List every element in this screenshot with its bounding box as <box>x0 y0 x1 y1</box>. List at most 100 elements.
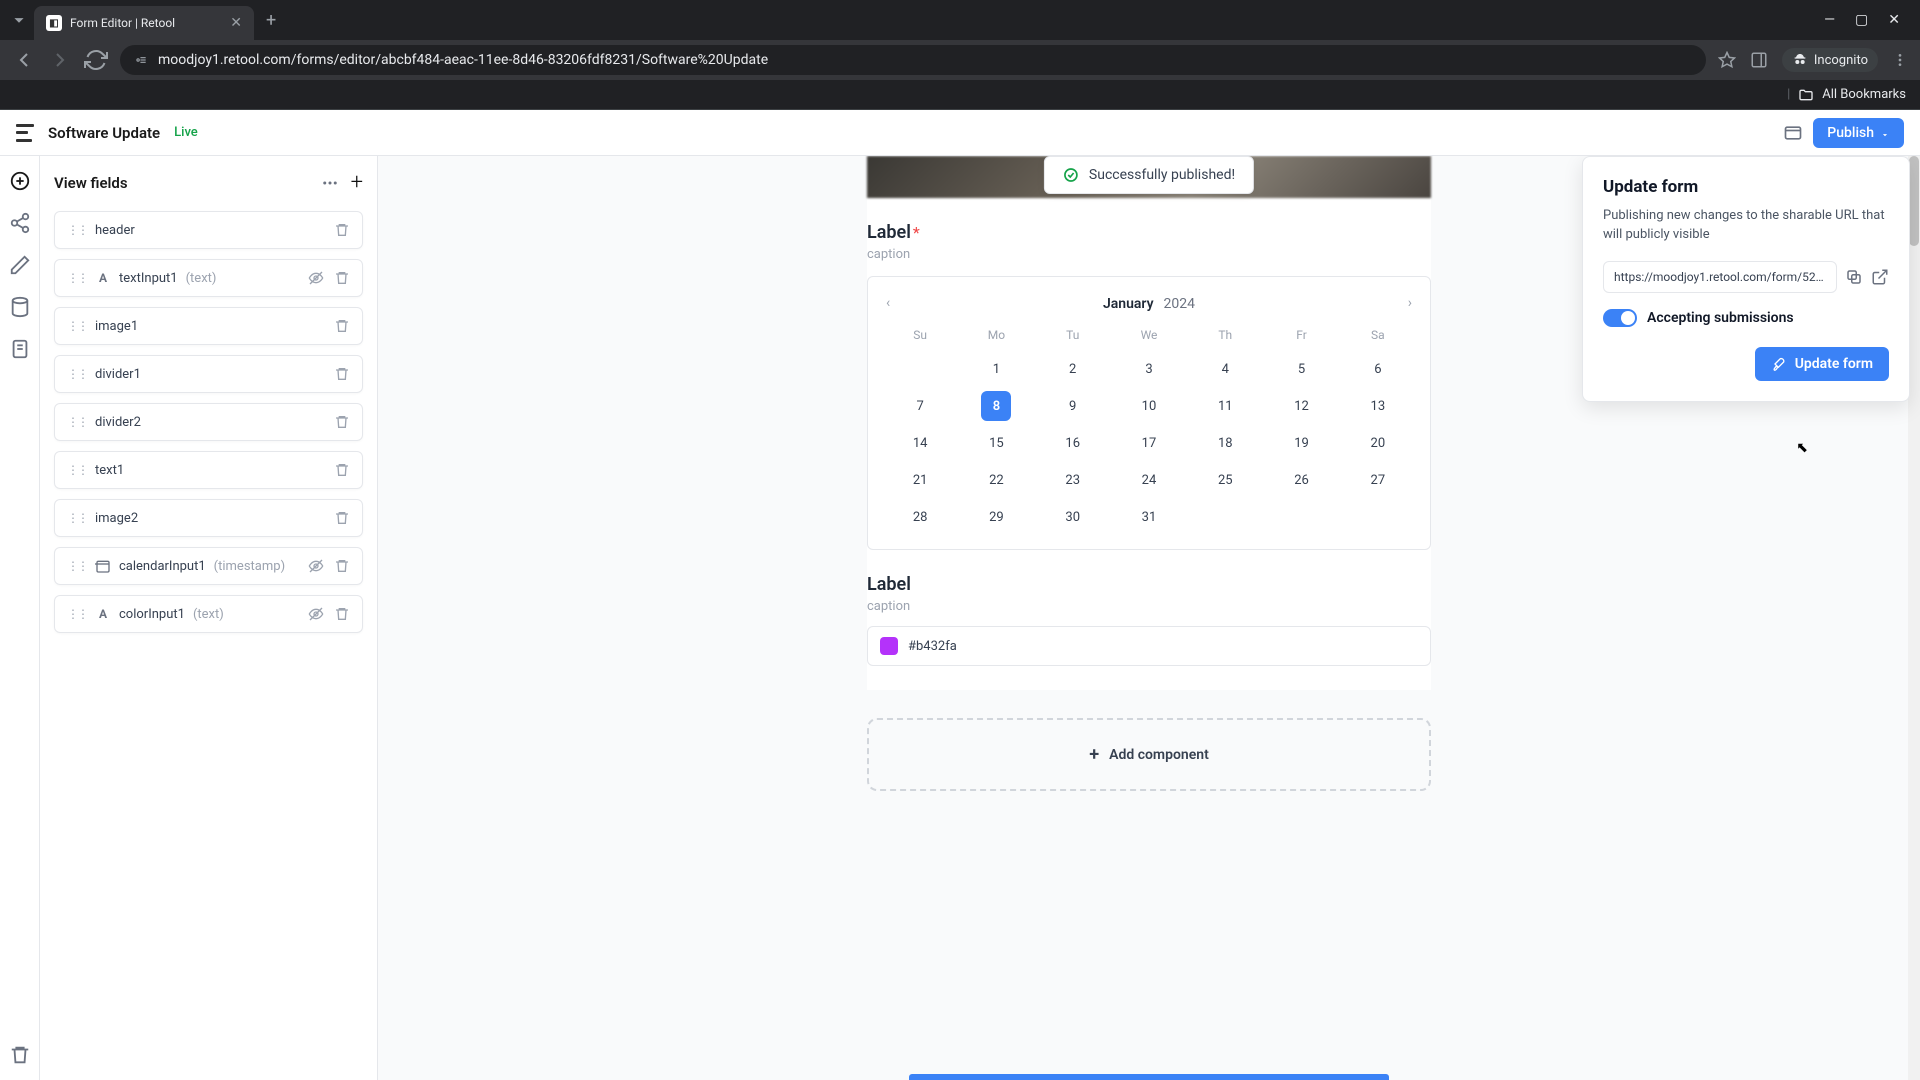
site-info-icon[interactable] <box>134 53 148 67</box>
drag-handle-icon[interactable]: ⋮⋮ <box>67 319 87 333</box>
delete-field-icon[interactable] <box>334 606 350 622</box>
forward-button[interactable] <box>48 48 72 72</box>
calendar-day[interactable]: 31 <box>1111 502 1187 533</box>
drag-handle-icon[interactable]: ⋮⋮ <box>67 463 87 477</box>
all-bookmarks-link[interactable]: All Bookmarks <box>1822 87 1906 102</box>
visibility-icon[interactable] <box>308 606 324 622</box>
field-item[interactable]: ⋮⋮divider2 <box>54 403 363 441</box>
drag-handle-icon[interactable]: ⋮⋮ <box>67 415 87 429</box>
tab-search-dropdown-icon[interactable] <box>8 9 30 31</box>
drag-handle-icon[interactable]: ⋮⋮ <box>67 271 87 285</box>
calendar-day[interactable]: 22 <box>958 465 1034 496</box>
add-field-icon[interactable]: + <box>351 170 363 195</box>
calendar-day[interactable]: 18 <box>1187 428 1263 459</box>
calendar-day[interactable]: 8 <box>981 391 1011 421</box>
rail-add-icon[interactable] <box>9 170 31 192</box>
calendar-day[interactable]: 26 <box>1263 465 1339 496</box>
visibility-icon[interactable] <box>308 270 324 286</box>
calendar-day[interactable]: 19 <box>1263 428 1339 459</box>
calendar-day[interactable]: 1 <box>958 354 1034 385</box>
rail-trash-icon[interactable] <box>9 1044 31 1066</box>
calendar-day[interactable]: 25 <box>1187 465 1263 496</box>
rail-data-icon[interactable] <box>9 296 31 318</box>
drag-handle-icon[interactable]: ⋮⋮ <box>67 559 87 573</box>
close-window-icon[interactable]: ✕ <box>1888 12 1900 28</box>
calendar-day[interactable]: 14 <box>882 428 958 459</box>
back-button[interactable] <box>12 48 36 72</box>
field-item[interactable]: ⋮⋮text1 <box>54 451 363 489</box>
delete-field-icon[interactable] <box>334 222 350 238</box>
calendar-next-icon[interactable]: › <box>1408 295 1412 311</box>
publish-button[interactable]: Publish <box>1813 118 1904 148</box>
close-tab-icon[interactable]: ✕ <box>230 15 242 31</box>
drag-handle-icon[interactable]: ⋮⋮ <box>67 511 87 525</box>
update-form-button[interactable]: Update form <box>1755 347 1889 381</box>
delete-field-icon[interactable] <box>334 366 350 382</box>
field-item[interactable]: ⋮⋮divider1 <box>54 355 363 393</box>
calendar-day[interactable]: 4 <box>1187 354 1263 385</box>
new-tab-button[interactable]: + <box>258 10 284 31</box>
calendar-day[interactable]: 12 <box>1263 391 1339 422</box>
delete-field-icon[interactable] <box>334 270 350 286</box>
calendar-day[interactable]: 2 <box>1035 354 1111 385</box>
calendar-input[interactable]: ‹ January2024 › SuMoTuWeThFrSa1234567891… <box>867 276 1431 550</box>
calendar-day[interactable]: 10 <box>1111 391 1187 422</box>
open-external-icon[interactable] <box>1871 268 1889 286</box>
rail-docs-icon[interactable] <box>9 338 31 360</box>
copy-icon[interactable] <box>1845 268 1863 286</box>
calendar-day[interactable]: 21 <box>882 465 958 496</box>
kebab-menu-icon[interactable] <box>1892 52 1908 68</box>
calendar-day[interactable]: 20 <box>1340 428 1416 459</box>
calendar-day[interactable]: 16 <box>1035 428 1111 459</box>
drag-handle-icon[interactable]: ⋮⋮ <box>67 367 87 381</box>
bookmark-star-icon[interactable] <box>1718 51 1736 69</box>
delete-field-icon[interactable] <box>334 462 350 478</box>
more-icon[interactable] <box>321 174 339 192</box>
rail-edit-icon[interactable] <box>9 254 31 276</box>
scrollbar-thumb[interactable] <box>1909 156 1919 246</box>
field-item[interactable]: ⋮⋮header <box>54 211 363 249</box>
calendar-day[interactable]: 3 <box>1111 354 1187 385</box>
maximize-icon[interactable]: ▢ <box>1855 12 1868 28</box>
calendar-day[interactable]: 28 <box>882 502 958 533</box>
calendar-day[interactable]: 13 <box>1340 391 1416 422</box>
calendar-day[interactable]: 27 <box>1340 465 1416 496</box>
delete-field-icon[interactable] <box>334 510 350 526</box>
reload-button[interactable] <box>84 48 108 72</box>
drag-handle-icon[interactable]: ⋮⋮ <box>67 607 87 621</box>
delete-field-icon[interactable] <box>334 318 350 334</box>
calendar-day[interactable]: 11 <box>1187 391 1263 422</box>
calendar-day[interactable]: 15 <box>958 428 1034 459</box>
calendar-prev-icon[interactable]: ‹ <box>886 295 890 311</box>
field-item[interactable]: ⋮⋮image1 <box>54 307 363 345</box>
visibility-icon[interactable] <box>308 558 324 574</box>
field-item[interactable]: ⋮⋮image2 <box>54 499 363 537</box>
calendar-day[interactable]: 6 <box>1340 354 1416 385</box>
field-item[interactable]: ⋮⋮calendarInput1 (timestamp) <box>54 547 363 585</box>
url-field[interactable]: moodjoy1.retool.com/forms/editor/abcbf48… <box>120 45 1706 75</box>
calendar-day[interactable]: 23 <box>1035 465 1111 496</box>
field-item[interactable]: ⋮⋮AcolorInput1 (text) <box>54 595 363 633</box>
preview-icon[interactable] <box>1783 123 1803 143</box>
delete-field-icon[interactable] <box>334 414 350 430</box>
incognito-badge[interactable]: Incognito <box>1782 48 1878 72</box>
calendar-day[interactable]: 24 <box>1111 465 1187 496</box>
browser-tab[interactable]: ◧ Form Editor | Retool ✕ <box>34 6 254 40</box>
accepting-submissions-toggle[interactable] <box>1603 309 1637 327</box>
calendar-day[interactable]: 7 <box>882 391 958 422</box>
calendar-day[interactable]: 5 <box>1263 354 1339 385</box>
calendar-day[interactable]: 9 <box>1035 391 1111 422</box>
panel-icon[interactable] <box>1750 51 1768 69</box>
calendar-day[interactable]: 17 <box>1111 428 1187 459</box>
field-item[interactable]: ⋮⋮AtextInput1 (text) <box>54 259 363 297</box>
drag-handle-icon[interactable]: ⋮⋮ <box>67 223 87 237</box>
color-input[interactable]: #b432fa <box>867 626 1431 666</box>
rail-share-icon[interactable] <box>9 212 31 234</box>
share-url-field[interactable]: https://moodjoy1.retool.com/form/5284d <box>1603 261 1837 293</box>
calendar-day[interactable]: 29 <box>958 502 1034 533</box>
delete-field-icon[interactable] <box>334 558 350 574</box>
app-logo-icon[interactable] <box>16 124 34 142</box>
add-component-button[interactable]: + Add component <box>867 718 1431 791</box>
minimize-icon[interactable]: — <box>1824 12 1835 28</box>
calendar-day[interactable]: 30 <box>1035 502 1111 533</box>
